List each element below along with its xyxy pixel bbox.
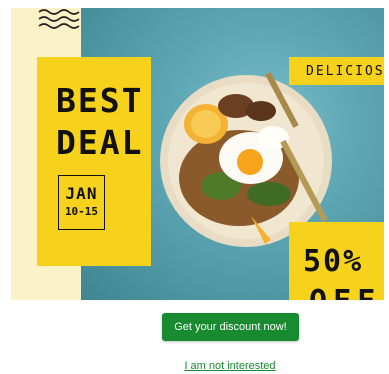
date-days: 10-15: [64, 205, 99, 218]
get-discount-button[interactable]: Get your discount now!: [162, 313, 299, 341]
discount-word: OFF: [309, 284, 381, 300]
date-month: JAN: [65, 184, 98, 203]
tag-label: DELICIOS: [306, 64, 384, 79]
promo-popup: BEST DEAL JAN 10-15 DELICIOS 50% OFF Get…: [0, 0, 389, 374]
discount-percent: 50%: [303, 244, 364, 279]
tag-panel: DELICIOS: [289, 57, 384, 85]
headline-text: BEST DEAL: [56, 81, 144, 162]
promo-banner-image: BEST DEAL JAN 10-15 DELICIOS 50% OFF: [11, 8, 384, 300]
not-interested-link[interactable]: I am not interested: [0, 360, 389, 372]
wave-decoration-icon: [38, 9, 80, 29]
date-box: JAN 10-15: [58, 175, 105, 230]
